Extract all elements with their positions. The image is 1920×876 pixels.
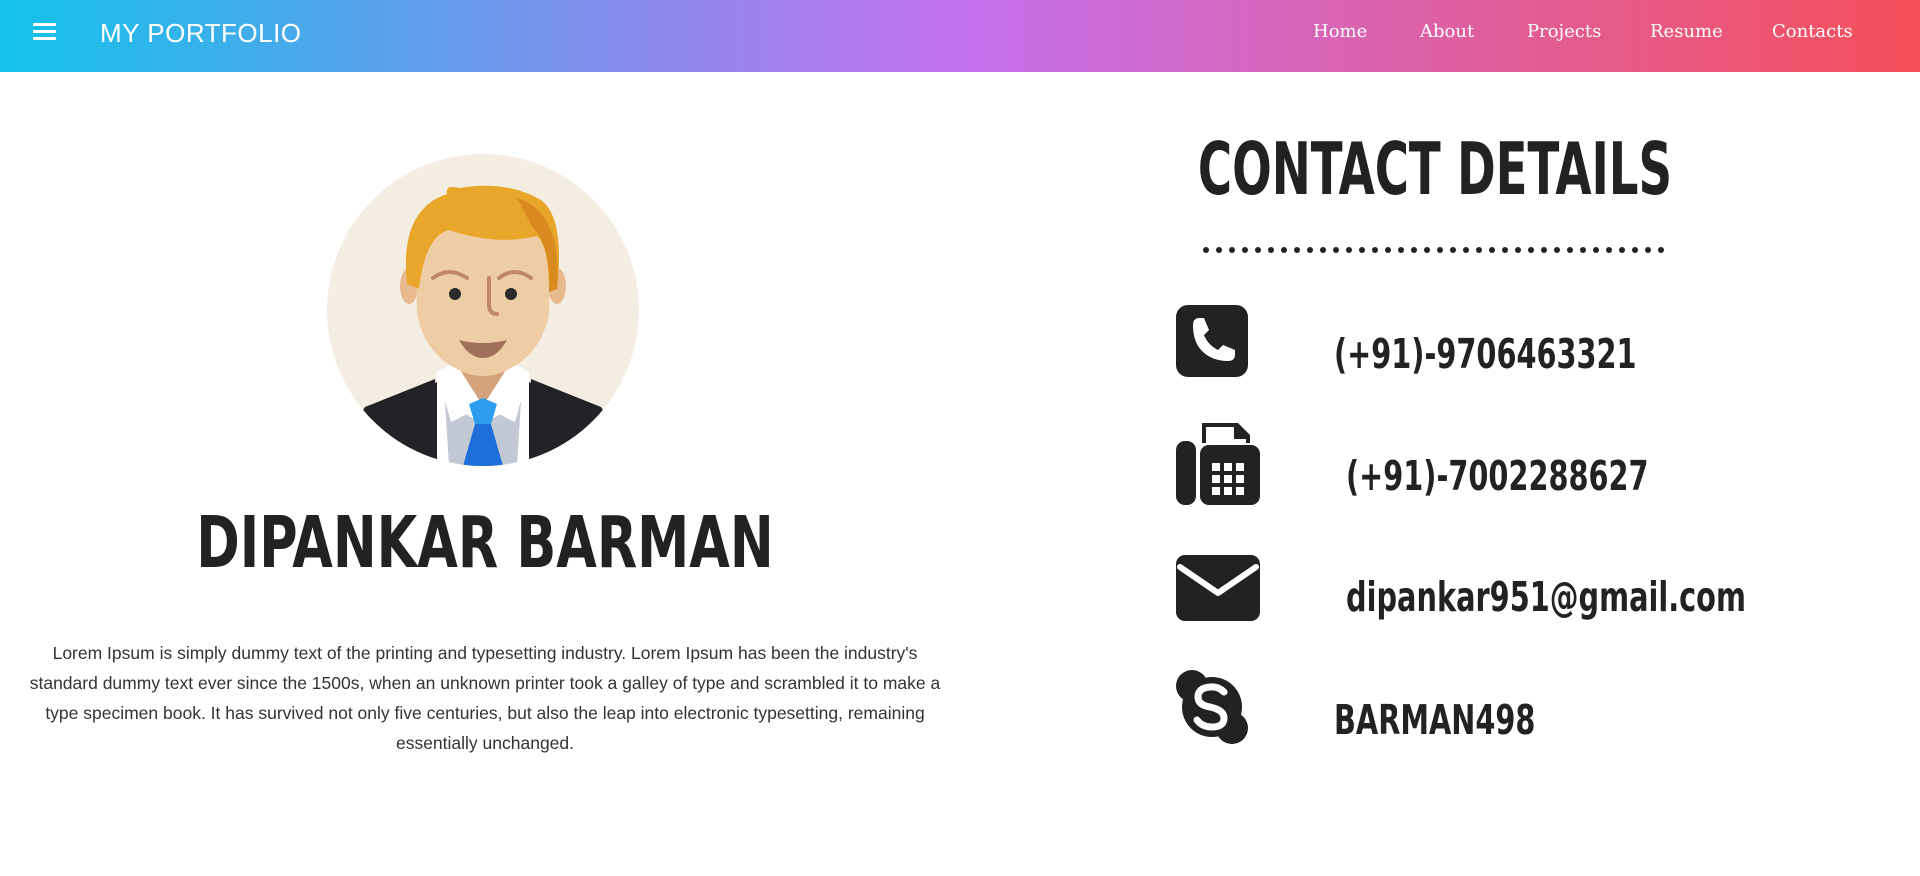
- contact-details-title: CONTACT DETAILS: [1197, 127, 1673, 211]
- contact-skype-text[interactable]: BARMAN498: [1334, 696, 1535, 744]
- top-navbar: MY PORTFOLIO Home About Projects Resume …: [0, 0, 1920, 72]
- contact-phone-text[interactable]: (+91)-9706463321: [1334, 330, 1637, 378]
- contact-email-text[interactable]: dipankar951@gmail.com: [1346, 573, 1746, 621]
- dotted-divider: [1203, 247, 1664, 253]
- skype-icon: [1176, 670, 1248, 744]
- nav-link-about[interactable]: About: [1420, 21, 1474, 42]
- nav-link-projects[interactable]: Projects: [1527, 21, 1601, 42]
- phone-icon: [1176, 305, 1248, 377]
- site-brand[interactable]: MY PORTFOLIO: [100, 18, 302, 49]
- fax-icon: [1176, 423, 1260, 505]
- nav-link-contacts[interactable]: Contacts: [1772, 21, 1853, 42]
- nav-link-home[interactable]: Home: [1313, 21, 1367, 42]
- profile-name: DIPANKAR BARMAN: [196, 501, 774, 584]
- envelope-icon: [1176, 555, 1260, 621]
- hamburger-menu-icon[interactable]: [32, 21, 58, 43]
- profile-bio: Lorem Ipsum is simply dummy text of the …: [29, 642, 941, 753]
- contact-fax-text[interactable]: (+91)-7002288627: [1346, 452, 1649, 500]
- nav-link-resume[interactable]: Resume: [1650, 21, 1723, 42]
- profile-avatar: [327, 154, 639, 466]
